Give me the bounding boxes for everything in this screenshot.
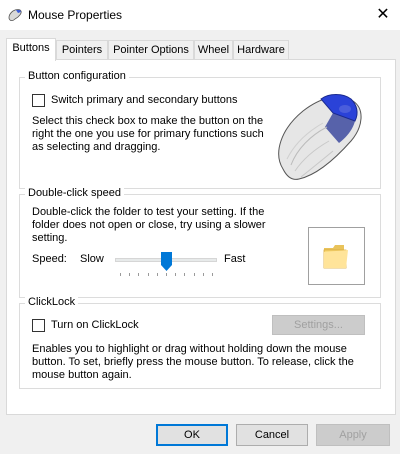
slider-tick [166, 273, 167, 276]
button-configuration-legend: Button configuration [25, 70, 129, 82]
clicklock-group: ClickLock Turn on ClickLock Settings... … [19, 296, 381, 389]
tab-pointer-options[interactable]: Pointer Options [108, 40, 194, 60]
tab-wheel[interactable]: Wheel [194, 40, 233, 60]
slider-tick [120, 273, 121, 276]
tab-panel-buttons: Button configuration Switch primary and … [6, 59, 396, 415]
clicklock-label[interactable]: Turn on ClickLock [51, 319, 139, 331]
tab-buttons[interactable]: Buttons [6, 38, 56, 61]
clicklock-description-line-1: Enables you to highlight or drag without… [32, 343, 347, 355]
slow-label: Slow [80, 253, 104, 265]
slider-tick [193, 273, 195, 276]
button-configuration-group: Button configuration Switch primary and … [19, 70, 381, 189]
button-config-description-line-2: right the one you use for primary functi… [32, 128, 264, 140]
slider-tick [156, 273, 158, 276]
slider-thumb[interactable] [160, 252, 172, 271]
switch-buttons-label[interactable]: Switch primary and secondary buttons [51, 94, 237, 106]
double-click-description-line-3: setting. [32, 232, 68, 244]
double-click-speed-slider[interactable] [115, 249, 217, 279]
button-config-description-line-1: Select this check box to make the button… [32, 115, 264, 127]
slider-tick [175, 273, 177, 276]
clicklock-checkbox[interactable] [32, 319, 45, 332]
fast-label: Fast [224, 253, 246, 265]
speed-label: Speed: [32, 253, 67, 265]
slider-tick [184, 273, 186, 276]
clicklock-description-line-3: mouse button again. [32, 369, 132, 381]
slider-tick [147, 273, 149, 276]
switch-buttons-checkbox[interactable] [32, 94, 45, 107]
folder-icon[interactable] [322, 242, 352, 270]
tab-pointers[interactable]: Pointers [56, 40, 108, 60]
ok-button[interactable]: OK [156, 424, 228, 446]
double-click-legend: Double-click speed [25, 187, 124, 199]
clicklock-description-line-2: button. To set, briefly press the mouse … [32, 356, 354, 368]
slider-tick [138, 273, 140, 276]
double-click-speed-group: Double-click speed Double-click the fold… [19, 187, 381, 298]
cancel-button[interactable]: Cancel [236, 424, 308, 446]
tab-hardware[interactable]: Hardware [233, 40, 289, 60]
apply-button[interactable]: Apply [316, 424, 390, 446]
slider-tick [129, 273, 131, 276]
mouse-illustration-icon [278, 94, 362, 180]
slider-tick [212, 273, 213, 276]
window-title: Mouse Properties [28, 8, 123, 22]
title-bar: Mouse Properties ✕ [0, 0, 400, 30]
double-click-description-line-2: folder does not open or close, try using… [32, 219, 266, 231]
clicklock-legend: ClickLock [25, 296, 79, 308]
mouse-app-icon [8, 9, 22, 22]
double-click-description-line-1: Double-click the folder to test your set… [32, 206, 265, 218]
button-config-description-line-3: as selecting and dragging. [32, 141, 161, 153]
clicklock-settings-button[interactable]: Settings... [272, 315, 365, 335]
close-icon[interactable]: ✕ [366, 0, 400, 30]
slider-tick [202, 273, 204, 276]
double-click-test-area[interactable] [308, 227, 365, 285]
